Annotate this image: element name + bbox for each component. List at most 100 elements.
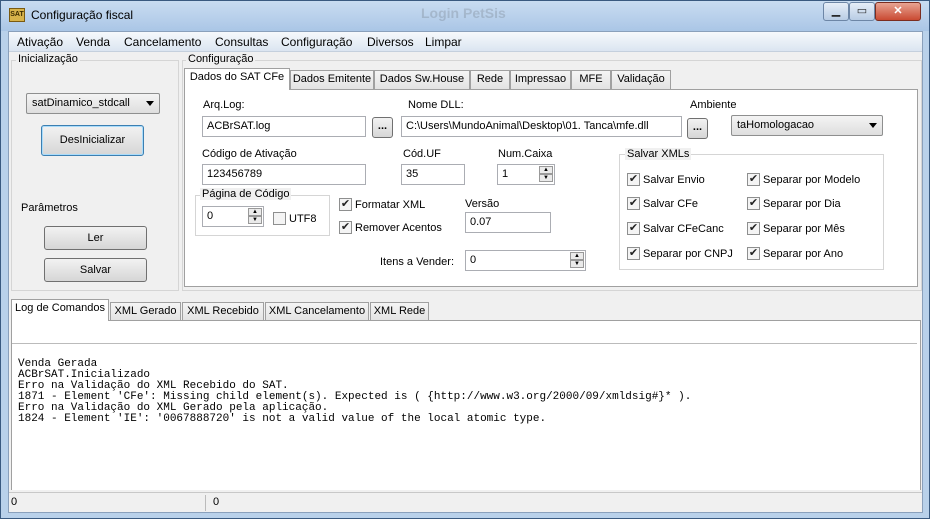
separar-ano-label: Separar por Ano [763, 247, 844, 260]
versao-field[interactable]: 0.07 [465, 212, 551, 233]
check-icon: ✔ [627, 173, 640, 186]
window-title: Configuração fiscal [31, 8, 134, 22]
menu-diversos[interactable]: Diversos [367, 35, 414, 49]
itens-value: 0 [470, 254, 477, 266]
separar-cnpj-label: Separar por CNPJ [643, 247, 733, 260]
formatar-xml-checkbox[interactable]: ✔ Formatar XML [339, 198, 425, 211]
params-group-label: Parâmetros [19, 202, 80, 214]
status-bar: 0 0 [9, 492, 922, 512]
check-icon: ✔ [339, 198, 352, 211]
menu-consultas[interactable]: Consultas [215, 35, 268, 49]
deinitialize-button[interactable]: DesInicializar [41, 125, 144, 156]
itens-stepper[interactable]: 0 ▲ ▼ [465, 250, 586, 271]
salvar-envio-checkbox[interactable]: ✔ Salvar Envio [627, 173, 705, 186]
arq-log-label: Arq.Log: [203, 99, 245, 111]
itens-label: Itens a Vender: [380, 256, 454, 268]
menu-ativacao[interactable]: Ativação [17, 35, 63, 49]
menu-bar: Ativação Venda Cancelamento Consultas Co… [9, 32, 922, 52]
salvar-envio-label: Salvar Envio [643, 173, 705, 186]
separar-mes-checkbox[interactable]: ✔ Separar por Mês [747, 222, 845, 235]
caixa-label: Num.Caixa [498, 148, 553, 160]
remover-acentos-checkbox[interactable]: ✔ Remover Acentos [339, 221, 442, 234]
spin-icon[interactable]: ▲ ▼ [248, 208, 262, 225]
check-icon: ✔ [747, 197, 760, 210]
tab-xml-recebido[interactable]: XML Recebido [182, 302, 264, 321]
menu-venda[interactable]: Venda [76, 35, 110, 49]
status-divider [205, 495, 206, 511]
maximize-button[interactable]: ▭ [849, 2, 875, 21]
background-window-title: Login PetSis [421, 5, 506, 21]
close-button[interactable]: ✕ [875, 2, 921, 21]
spin-icon[interactable]: ▲ ▼ [539, 166, 553, 183]
menu-configuracao[interactable]: Configuração [281, 35, 352, 49]
check-icon: ✔ [747, 222, 760, 235]
tab-mfe[interactable]: MFE [571, 70, 611, 89]
status-left: 0 [11, 496, 18, 508]
caixa-value: 1 [502, 168, 509, 180]
arq-log-field[interactable]: ACBrSAT.log [202, 116, 366, 137]
uf-label: Cód.UF [403, 148, 441, 160]
tab-xml-cancelamento[interactable]: XML Cancelamento [265, 302, 369, 321]
browse-dll-button[interactable]: ... [687, 118, 708, 139]
salvar-cfe-checkbox[interactable]: ✔ Salvar CFe [627, 197, 698, 210]
formatar-xml-label: Formatar XML [355, 198, 426, 211]
check-icon: ✔ [747, 247, 760, 260]
tab-rede[interactable]: Rede [470, 70, 510, 89]
menu-cancelamento[interactable]: Cancelamento [124, 35, 201, 49]
remover-acentos-label: Remover Acentos [355, 221, 442, 234]
spin-icon[interactable]: ▲ ▼ [570, 252, 584, 269]
config-group-label: Configuração [186, 53, 256, 65]
library-select-value: satDinamico_stdcall [32, 97, 130, 109]
tab-dados-sat[interactable]: Dados do SAT CFe [184, 68, 290, 90]
tab-xml-rede[interactable]: XML Rede [370, 302, 429, 321]
versao-label: Versão [465, 198, 500, 210]
app-icon: SAT [9, 8, 25, 22]
check-icon: ✔ [627, 247, 640, 260]
separar-cnpj-checkbox[interactable]: ✔ Separar por CNPJ [627, 247, 733, 260]
caixa-stepper[interactable]: 1 ▲ ▼ [497, 164, 555, 185]
log-line: Venda Gerada [18, 358, 98, 370]
check-icon: ✔ [627, 197, 640, 210]
dll-label: Nome DLL: [408, 99, 464, 111]
utf8-checkbox[interactable]: UTF8 [273, 212, 317, 225]
check-icon: ✔ [747, 173, 760, 186]
title-bar[interactable]: SAT Configuração fiscal Login PetSis ▁ ▭… [1, 1, 929, 31]
cod-ativacao-field[interactable]: 123456789 [202, 164, 366, 185]
ambiente-label: Ambiente [690, 99, 737, 111]
separar-ano-checkbox[interactable]: ✔ Separar por Ano [747, 247, 843, 260]
separar-modelo-checkbox[interactable]: ✔ Separar por Modelo [747, 173, 860, 186]
check-icon: ✔ [339, 221, 352, 234]
log-line: 1824 - Element 'IE': '0067888720' is not… [18, 413, 547, 425]
chevron-down-icon [146, 101, 154, 106]
check-icon: ✔ [627, 222, 640, 235]
status-right: 0 [213, 496, 220, 508]
cod-ativacao-label: Código de Ativação [202, 148, 297, 160]
log-textarea[interactable]: Venda Gerada ACBrSAT.Inicializado Erro na … [12, 343, 917, 478]
salvar-cfe-label: Salvar CFe [643, 197, 699, 210]
ambiente-value: taHomologacao [737, 119, 815, 131]
tab-dados-emitente[interactable]: Dados Emitente [290, 70, 374, 89]
separar-modelo-label: Separar por Modelo [763, 173, 861, 186]
utf8-label: UTF8 [289, 212, 317, 225]
tab-log-comandos[interactable]: Log de Comandos [11, 299, 109, 321]
uf-field[interactable]: 35 [401, 164, 465, 185]
salvar-cfecanc-checkbox[interactable]: ✔ Salvar CFeCanc [627, 222, 724, 235]
read-button[interactable]: Ler [44, 226, 147, 250]
separar-dia-checkbox[interactable]: ✔ Separar por Dia [747, 197, 841, 210]
checkbox-box [273, 212, 286, 225]
dll-field[interactable]: C:\Users\MundoAnimal\Desktop\01. Tanca\m… [401, 116, 682, 137]
tab-dados-swhouse[interactable]: Dados Sw.House [374, 70, 470, 89]
library-select[interactable]: satDinamico_stdcall [26, 93, 160, 114]
ambiente-select[interactable]: taHomologacao [731, 115, 883, 136]
menu-limpar[interactable]: Limpar [425, 35, 462, 49]
save-button[interactable]: Salvar [44, 258, 147, 282]
pagina-label: Página de Código [200, 188, 292, 200]
tab-validacao[interactable]: Validação [611, 70, 671, 89]
tab-impressao[interactable]: Impressao [510, 70, 571, 89]
tab-xml-gerado[interactable]: XML Gerado [110, 302, 181, 321]
minimize-button[interactable]: ▁ [823, 2, 849, 21]
pagina-stepper[interactable]: 0 ▲ ▼ [202, 206, 264, 227]
pagina-value: 0 [207, 210, 214, 222]
xml-group-label: Salvar XMLs [625, 148, 692, 160]
browse-log-button[interactable]: ... [372, 117, 393, 138]
